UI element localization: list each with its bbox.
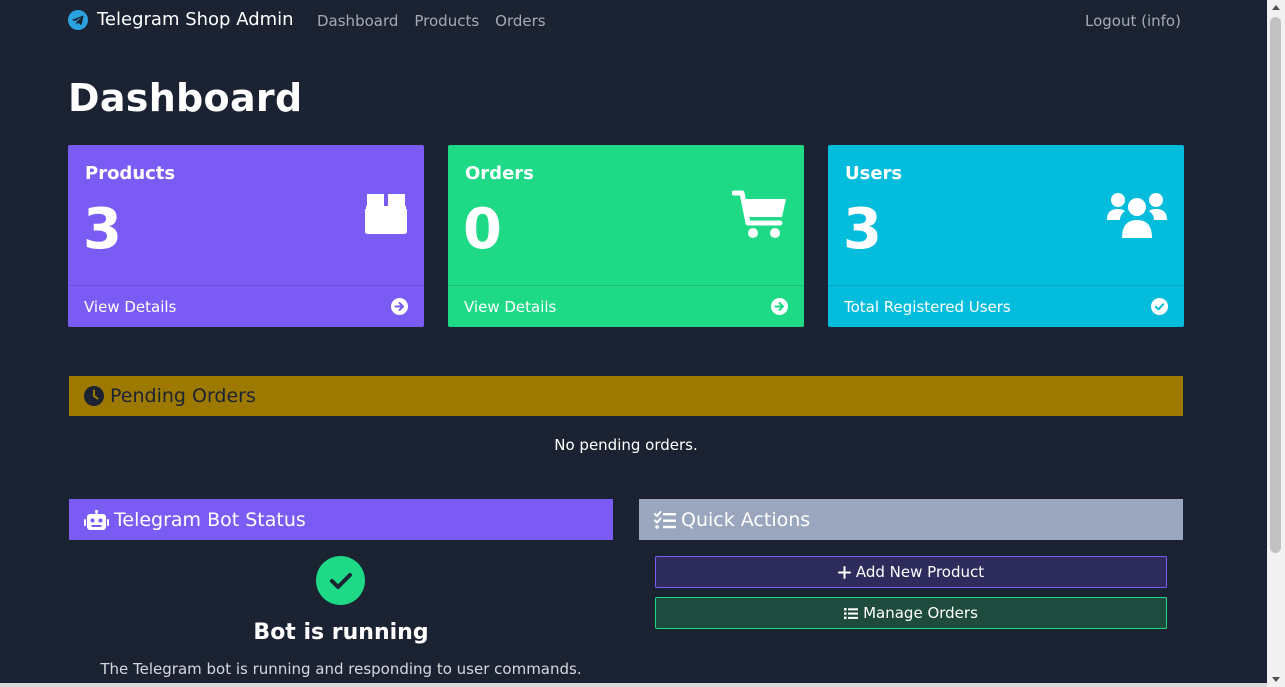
orders-card: Orders 0 View Details: [448, 145, 804, 327]
nav-link-products[interactable]: Products: [414, 12, 479, 30]
list-icon: [844, 607, 859, 619]
scroll-thumb[interactable]: [1270, 17, 1281, 553]
scroll-down-arrow[interactable]: [1272, 677, 1280, 682]
bot-status-title: Telegram Bot Status: [114, 508, 306, 531]
orders-card-title: Orders: [465, 163, 534, 184]
scroll-up-arrow[interactable]: [1272, 5, 1280, 10]
page-title: Dashboard: [68, 76, 303, 120]
arrow-circle-right-icon: [771, 298, 788, 315]
users-footer: Total Registered Users: [828, 285, 1184, 327]
cart-icon: [732, 190, 786, 238]
box-icon: [365, 194, 407, 234]
orders-view-details-link[interactable]: View Details: [448, 285, 804, 327]
brand-link[interactable]: Telegram Shop Admin: [68, 9, 294, 30]
vertical-scrollbar[interactable]: [1267, 0, 1285, 687]
horizontal-scrollbar[interactable]: [0, 683, 1267, 687]
plus-icon: [837, 565, 851, 579]
orders-footer-label: View Details: [464, 297, 557, 316]
products-footer-label: View Details: [84, 297, 177, 316]
products-count: 3: [83, 197, 122, 262]
products-view-details-link[interactable]: View Details: [68, 285, 424, 327]
pending-orders-header: Pending Orders: [69, 376, 1183, 416]
bot-status-text: Bot is running: [253, 620, 429, 645]
check-circle-icon: [316, 556, 365, 605]
robot-icon: [84, 509, 109, 530]
nav-link-dashboard[interactable]: Dashboard: [317, 12, 398, 30]
brand-name: Telegram Shop Admin: [97, 9, 294, 30]
manage-orders-label: Manage Orders: [863, 604, 978, 622]
users-card-title: Users: [845, 163, 903, 184]
check-circle-icon: [1151, 298, 1168, 315]
quick-actions-header: Quick Actions: [639, 499, 1183, 540]
tasks-icon: [654, 510, 676, 529]
bot-status-description: The Telegram bot is running and respondi…: [100, 660, 582, 678]
products-card-title: Products: [85, 163, 176, 184]
pending-orders-title: Pending Orders: [110, 385, 256, 407]
pending-orders-empty: No pending orders.: [554, 436, 698, 454]
users-footer-label: Total Registered Users: [844, 297, 1011, 316]
products-card: Products 3 View Details: [68, 145, 424, 327]
nav-link-orders[interactable]: Orders: [495, 12, 545, 30]
nav-links: Dashboard Products Orders: [317, 12, 546, 30]
add-new-product-button[interactable]: Add New Product: [655, 556, 1167, 588]
top-navbar: Telegram Shop Admin Dashboard Products O…: [0, 0, 1268, 44]
manage-orders-button[interactable]: Manage Orders: [655, 597, 1167, 629]
logout-link[interactable]: Logout (info): [1085, 12, 1181, 30]
add-new-product-label: Add New Product: [855, 563, 985, 581]
orders-count: 0: [463, 197, 502, 262]
quick-actions-title: Quick Actions: [681, 508, 811, 531]
arrow-circle-right-icon: [391, 298, 408, 315]
users-icon: [1107, 193, 1167, 238]
users-card: Users 3 Total Registered Users: [828, 145, 1184, 327]
clock-icon: [84, 386, 104, 406]
bot-status-header: Telegram Bot Status: [69, 499, 613, 540]
telegram-icon: [68, 9, 88, 30]
users-count: 3: [843, 197, 882, 262]
